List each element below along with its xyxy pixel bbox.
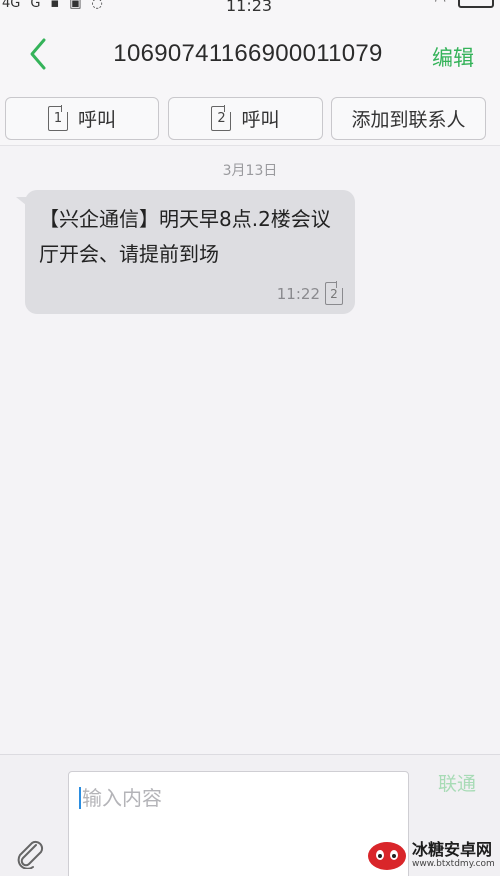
conversation-title: 10690741166900011079 (113, 40, 383, 67)
watermark-text: 冰糖安卓网 www.btxtdmy.com (412, 840, 495, 870)
message-bubble[interactable]: 【兴企通信】明天早8点.2楼会议厅开会、请提前到场 11:22 2 (25, 190, 355, 314)
add-to-contacts-button[interactable]: 添加到联系人 (331, 97, 486, 140)
call-sim2-label: 呼叫 (241, 109, 280, 131)
message-text: 【兴企通信】明天早8点.2楼会议厅开会、请提前到场 (39, 207, 331, 266)
attachment-button[interactable] (14, 839, 46, 870)
notification-icon: ▪ (50, 0, 60, 11)
call-sim1-button[interactable]: 1 呼叫 (5, 97, 159, 140)
add-to-contacts-label: 添加到联系人 (351, 109, 466, 131)
status-left: 4G G ▪ ▣ ◌ (2, 0, 103, 12)
status-right: ◠ (435, 0, 494, 10)
message-time: 11:22 (276, 284, 320, 303)
status-time: 11:23 (226, 0, 273, 14)
back-button[interactable] (22, 34, 56, 74)
paperclip-icon (17, 840, 44, 870)
call-sim2-button[interactable]: 2 呼叫 (168, 97, 323, 140)
send-button[interactable]: 联通 (438, 769, 476, 796)
signal-4g-icon: 4G (2, 0, 21, 11)
message-placeholder: 输入内容 (82, 786, 162, 810)
sim2-icon: 2 (325, 282, 343, 305)
sim2-icon: 2 (211, 106, 232, 131)
watermark-url: www.btxtdmy.com (412, 859, 495, 869)
call-sim1-label: 呼叫 (77, 109, 116, 131)
action-bar: 1 呼叫 2 呼叫 添加到联系人 (0, 96, 500, 146)
text-caret (79, 787, 81, 809)
status-bar: 4G G ▪ ▣ ◌ 11:23 ◠ (0, 0, 500, 14)
sim1-icon: 1 (47, 106, 68, 131)
conversation-header: 10690741166900011079 编辑 (0, 14, 500, 96)
wifi-icon: ◠ (434, 0, 446, 9)
chevron-left-icon (30, 38, 46, 70)
edit-button[interactable]: 编辑 (432, 42, 474, 72)
message-input[interactable]: 输入内容 (68, 771, 409, 876)
watermark-logo-icon (368, 842, 406, 870)
battery-icon (458, 0, 494, 8)
watermark-name: 冰糖安卓网 (412, 840, 493, 859)
message-meta: 11:22 2 (277, 282, 343, 305)
app-icon: ◌ (91, 0, 103, 11)
watermark: 冰糖安卓网 www.btxtdmy.com (366, 834, 500, 876)
s-icon: ▣ (69, 0, 82, 11)
date-separator: 3月13日 (222, 163, 278, 179)
signal-g-icon: G (30, 0, 41, 11)
